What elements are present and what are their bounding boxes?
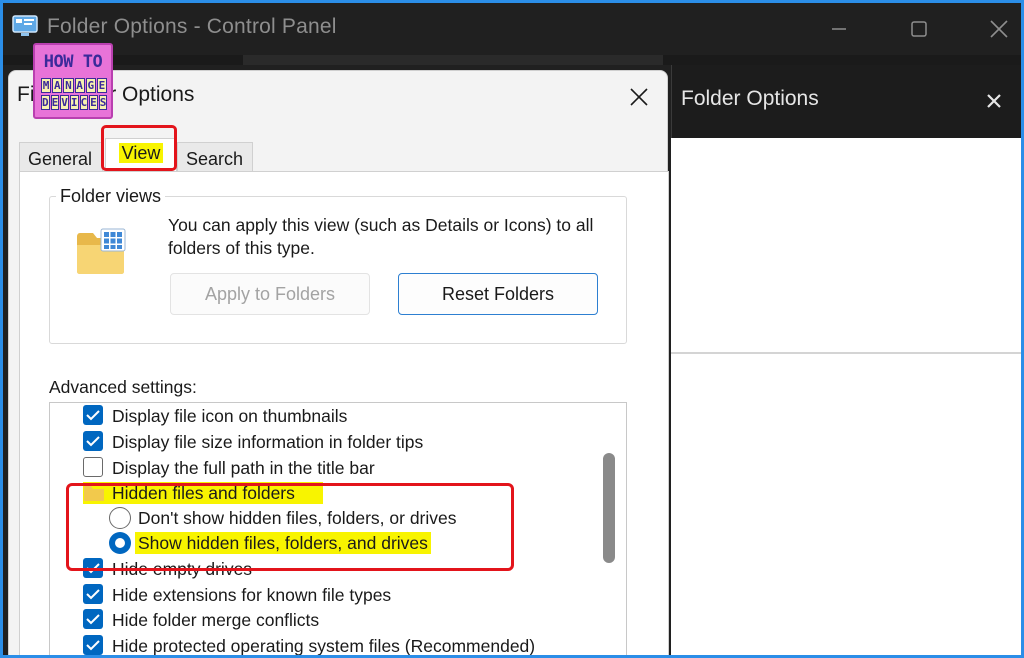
- folder-views-label: Folder views: [56, 186, 166, 207]
- list-item-label: Hide folder merge conflicts: [112, 610, 320, 630]
- checkmark-icon: [86, 640, 100, 651]
- logo-letter: M: [41, 78, 52, 93]
- advanced-settings-label: Advanced settings:: [49, 377, 197, 397]
- checkmark-icon: [86, 410, 100, 421]
- tab-general-label: General: [28, 149, 93, 169]
- window-title: Folder Options - Control Panel: [47, 15, 337, 38]
- list-item-label: Hide protected operating system files (R…: [112, 636, 536, 656]
- checkbox-checked[interactable]: [83, 584, 103, 604]
- apply-to-folders-button[interactable]: Apply to Folders: [170, 273, 370, 315]
- tab-search[interactable]: Search: [177, 142, 253, 172]
- checkbox-checked[interactable]: [83, 431, 103, 451]
- maximize-button[interactable]: [899, 11, 939, 47]
- logo-letter-boxes: MANAGE DEVICES: [41, 78, 108, 112]
- logo-letter: C: [79, 95, 89, 110]
- checkmark-icon: [86, 436, 100, 447]
- logo-letter: A: [52, 78, 63, 93]
- list-item-label: Hide extensions for known file types: [112, 585, 392, 605]
- how-to-manage-devices-logo: HOW TO MANAGE DEVICES: [33, 43, 113, 119]
- checkbox-checked[interactable]: [83, 609, 103, 629]
- logo-letter: E: [89, 95, 98, 110]
- side-panel-title: Folder Options: [681, 87, 819, 110]
- logo-line3: DEVICES: [41, 95, 108, 110]
- window-titlebar: Folder Options - Control Panel: [3, 3, 1021, 55]
- logo-letter: E: [50, 95, 60, 110]
- close-icon: [987, 94, 1001, 108]
- list-item-label: Display file size information in folder …: [112, 432, 424, 452]
- logo-letter: E: [96, 78, 108, 93]
- scrollbar-thumb[interactable]: [603, 453, 615, 563]
- folder-view-icon: [77, 228, 126, 274]
- background-toolbar-segment: [243, 55, 663, 65]
- checkbox-unchecked[interactable]: [83, 457, 103, 477]
- logo-letter: A: [74, 78, 85, 93]
- maximize-icon: [911, 21, 927, 37]
- logo-letter: N: [63, 78, 74, 93]
- checkmark-icon: [86, 614, 100, 625]
- hidden-files-highlight-box: [66, 483, 514, 571]
- minimize-icon: [832, 28, 846, 30]
- logo-line2: MANAGE: [41, 78, 108, 93]
- screenshot-frame: Folder Options - Control Panel Folder Op…: [0, 0, 1024, 658]
- logo-letter: D: [41, 95, 50, 110]
- tab-general[interactable]: General: [19, 142, 103, 172]
- window-close-button[interactable]: [979, 11, 1019, 47]
- side-panel-divider: [671, 352, 1021, 354]
- checkbox-checked[interactable]: [83, 405, 103, 425]
- logo-line1: HOW TO: [43, 52, 103, 72]
- list-item-label: Display file icon on thumbnails: [112, 406, 348, 426]
- control-panel-icon: [12, 15, 38, 36]
- list-item-label: Display the full path in the title bar: [112, 458, 375, 478]
- folder-options-side-panel: Folder Options: [671, 65, 1021, 655]
- logo-letter: S: [98, 95, 108, 110]
- view-tab-panel: Folder views You can apply this view (su…: [19, 171, 669, 656]
- side-panel-close-button[interactable]: [980, 87, 1008, 115]
- logo-letter: V: [60, 95, 69, 110]
- dialog-close-button[interactable]: [623, 81, 655, 113]
- logo-letter: G: [85, 78, 96, 93]
- logo-letter: I: [69, 95, 79, 110]
- close-icon: [990, 20, 1008, 38]
- tab-search-label: Search: [186, 149, 244, 169]
- minimize-button[interactable]: [819, 11, 859, 47]
- close-icon: [630, 88, 648, 106]
- background-toolbar: [3, 55, 1021, 65]
- reset-folders-button[interactable]: Reset Folders: [398, 273, 598, 315]
- checkbox-checked[interactable]: [83, 635, 103, 655]
- view-tab-highlight-box: [101, 125, 177, 171]
- folder-views-description: You can apply this view (such as Details…: [168, 215, 594, 258]
- side-panel-header: Folder Options: [671, 65, 1021, 138]
- checkmark-icon: [86, 589, 100, 600]
